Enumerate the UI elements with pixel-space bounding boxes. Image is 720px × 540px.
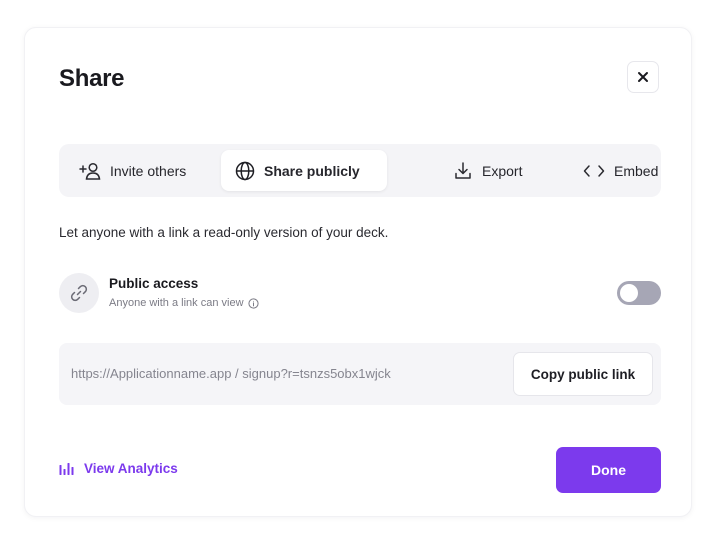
done-button[interactable]: Done: [556, 447, 661, 493]
tab-invite-others[interactable]: Invite others: [65, 150, 200, 191]
view-analytics-link[interactable]: View Analytics: [59, 460, 178, 476]
tab-export[interactable]: Export: [439, 150, 536, 191]
share-dialog: Share Invite others Share publicly Expor…: [24, 27, 692, 517]
tab-label: Invite others: [110, 162, 187, 179]
tab-embed[interactable]: Embed: [569, 150, 672, 191]
public-link-box: https://Applicationname.app / signup?r=t…: [59, 343, 661, 405]
toggle-knob: [620, 284, 638, 302]
public-access-toggle[interactable]: [617, 281, 661, 305]
view-analytics-label: View Analytics: [84, 460, 178, 476]
link-icon: [69, 283, 89, 303]
share-tabs: Invite others Share publicly Export Embe…: [59, 144, 661, 197]
tab-label: Share publicly: [264, 162, 360, 179]
bar-chart-icon: [59, 460, 75, 476]
public-link-url[interactable]: https://Applicationname.app / signup?r=t…: [71, 366, 391, 381]
share-description: Let anyone with a link a read-only versi…: [59, 225, 389, 240]
public-access-subtitle: Anyone with a link can view: [109, 297, 259, 309]
copy-public-link-button[interactable]: Copy public link: [513, 352, 653, 396]
globe-icon: [235, 161, 255, 181]
download-icon: [453, 161, 473, 181]
tab-share-publicly[interactable]: Share publicly: [221, 150, 387, 191]
close-button[interactable]: [627, 61, 659, 93]
public-access-title: Public access: [109, 276, 199, 291]
add-user-icon: [79, 162, 101, 180]
info-icon[interactable]: [247, 297, 259, 309]
dialog-title: Share: [59, 65, 125, 92]
tab-label: Export: [482, 162, 523, 179]
code-icon: [583, 164, 605, 178]
tab-label: Embed: [614, 162, 659, 179]
public-access-avatar: [59, 273, 99, 313]
public-access-subtitle-text: Anyone with a link can view: [109, 297, 244, 309]
close-icon: [637, 71, 649, 83]
